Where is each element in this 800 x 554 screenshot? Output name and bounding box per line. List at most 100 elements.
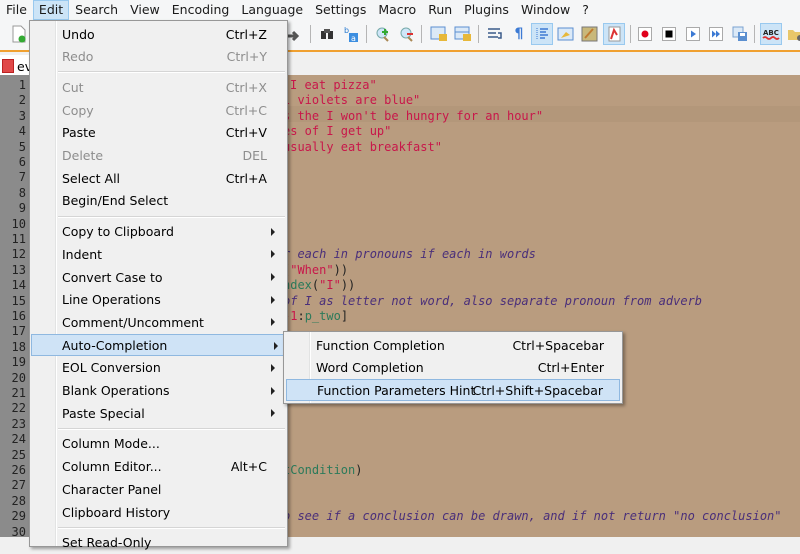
menu-item-convert-case-to[interactable]: Convert Case to	[32, 266, 285, 288]
record-macro-icon[interactable]	[634, 23, 656, 45]
menu-item-shortcut: Ctrl+X	[225, 79, 267, 95]
submenu-item-function-parameters-hint[interactable]: Function Parameters Hint Ctrl+Shift+Space…	[286, 379, 620, 402]
menu-item-shortcut: Ctrl+Enter	[537, 360, 604, 376]
code-line: ("When"))	[283, 263, 348, 278]
zoom-in-icon[interactable]	[372, 23, 394, 45]
find-icon[interactable]	[316, 23, 338, 45]
line-number: 8	[18, 185, 26, 200]
menu-item-column-mode[interactable]: Column Mode...	[32, 433, 285, 455]
stop-macro-icon[interactable]	[658, 23, 680, 45]
line-number: 30	[11, 524, 26, 539]
menu-item-select-all[interactable]: Select All Ctrl+A	[32, 167, 285, 189]
menu-run[interactable]: Run	[422, 0, 458, 20]
folder-icon[interactable]	[784, 23, 800, 45]
play-macro-icon[interactable]	[682, 23, 704, 45]
line-number-gutter: 1 2 3 4 5 6 7 8 9 10 11 12 13 14 15 16 17 18 19 20 21 22 23 24 2…	[0, 75, 30, 539]
save-macro-icon[interactable]	[729, 23, 751, 45]
menu-item-auto-completion[interactable]: Auto-Completion	[31, 334, 289, 357]
submenu-arrow-icon	[271, 363, 275, 372]
menu-item-character-panel[interactable]: Character Panel	[32, 478, 285, 500]
submenu-arrow-icon	[271, 318, 275, 327]
menu-item-paste[interactable]: Paste Ctrl+V	[32, 122, 285, 144]
menu-settings[interactable]: Settings	[309, 0, 372, 20]
menu-item-label: Set Read-Only	[62, 535, 152, 551]
menu-item-label: Redo	[62, 49, 94, 65]
code-line: l violets are blue"	[283, 93, 420, 108]
line-number: 28	[11, 493, 26, 508]
line-number: 14	[11, 278, 26, 293]
menu-item-comment-uncomment[interactable]: Comment/Uncomment	[32, 311, 285, 333]
menu-edit[interactable]: Edit	[32, 0, 70, 20]
run-macro-multiple-icon[interactable]	[705, 23, 727, 45]
sync-vertical-icon[interactable]	[428, 23, 450, 45]
menu-item-label: Indent	[62, 246, 103, 262]
menu-item-blank-operations[interactable]: Blank Operations	[32, 380, 285, 402]
menu-item-label: Cut	[62, 79, 84, 95]
submenu-item-word-completion[interactable]: Word Completion Ctrl+Enter	[286, 357, 620, 379]
menu-view[interactable]: View	[124, 0, 166, 20]
menu-separator	[58, 215, 285, 218]
menu-item-clipboard-history[interactable]: Clipboard History	[32, 501, 285, 523]
replace-icon[interactable]: ba	[340, 23, 362, 45]
menu-bar: File Edit Search View Encoding Language …	[0, 0, 800, 20]
menu-item-line-operations[interactable]: Line Operations	[32, 289, 285, 311]
menu-language[interactable]: Language	[235, 0, 309, 20]
menu-item-delete[interactable]: Delete DEL	[32, 145, 285, 167]
toolbar-separator	[754, 25, 755, 43]
zoom-out-icon[interactable]	[396, 23, 418, 45]
menu-item-label: Word Completion	[316, 360, 424, 376]
code-token: )	[355, 463, 363, 477]
folder-workspace-icon[interactable]	[603, 23, 625, 45]
code-line: I eat pizza"	[290, 78, 377, 93]
menu-item-indent[interactable]: Indent	[32, 243, 285, 265]
code-token: ))	[340, 278, 356, 293]
menu-search[interactable]: Search	[69, 0, 124, 20]
svg-text:a: a	[351, 34, 356, 43]
indent-guide-icon[interactable]	[531, 23, 553, 45]
menu-item-undo[interactable]: Undo Ctrl+Z	[32, 23, 285, 45]
menu-item-begin-end-select[interactable]: Begin/End Select	[32, 190, 285, 212]
menu-macro[interactable]: Macro	[372, 0, 422, 20]
code-line: s the I won't be hungry for an hour"	[283, 109, 543, 124]
menu-item-copy[interactable]: Copy Ctrl+C	[32, 99, 285, 121]
menu-item-label: Column Mode...	[62, 436, 160, 452]
menu-item-cut[interactable]: Cut Ctrl+X	[32, 76, 285, 98]
menu-item-shortcut: Ctrl+Spacebar	[512, 337, 604, 353]
code-token: s the I won't be hungry for an hour"	[283, 108, 544, 123]
menu-item-label: Clipboard History	[62, 504, 171, 520]
menu-item-redo[interactable]: Redo Ctrl+Y	[32, 46, 285, 68]
menu-item-column-editor[interactable]: Column Editor... Alt+C	[32, 456, 285, 478]
menu-encoding[interactable]: Encoding	[166, 0, 236, 20]
submenu-arrow-icon	[274, 342, 278, 351]
code-line: -1:p_two]	[283, 309, 348, 324]
edit-menu: Undo Ctrl+Z Redo Ctrl+Y Cut Ctrl+X Copy Ctrl+C P…	[29, 20, 289, 550]
document-map-icon[interactable]	[555, 23, 577, 45]
word-wrap-icon[interactable]	[484, 23, 506, 45]
sync-horizontal-icon[interactable]	[452, 23, 474, 45]
submenu-item-function-completion[interactable]: Function Completion Ctrl+Spacebar	[286, 334, 620, 356]
menu-plugins[interactable]: Plugins	[458, 0, 515, 20]
spell-check-icon[interactable]: ABC	[760, 23, 782, 45]
svg-text:b: b	[344, 26, 349, 35]
code-token: es of I get up"	[283, 124, 392, 139]
menu-item-paste-special[interactable]: Paste Special	[32, 402, 285, 424]
toolbar-separator	[478, 25, 479, 43]
menu-item-label: Function Parameters Hint	[317, 382, 476, 398]
menu-item-set-read-only[interactable]: Set Read-Only	[32, 532, 285, 554]
menu-file[interactable]: File	[0, 0, 33, 20]
menu-item-copy-to-clipboard[interactable]: Copy to Clipboard	[32, 221, 285, 243]
menu-item-label: Comment/Uncomment	[62, 314, 204, 330]
line-number: 20	[11, 370, 26, 385]
code-token: "I"	[319, 278, 341, 293]
menu-help[interactable]: ?	[576, 0, 595, 20]
code-token: I eat pizza"	[290, 78, 377, 92]
menu-item-label: Undo	[62, 26, 95, 42]
show-all-chars-icon[interactable]: ¶	[508, 23, 530, 45]
function-list-icon[interactable]	[579, 23, 601, 45]
menu-item-eol-conversion[interactable]: EOL Conversion	[32, 357, 285, 379]
menu-item-label: Copy	[62, 102, 94, 118]
menu-window[interactable]: Window	[515, 0, 576, 20]
line-number: 15	[11, 293, 26, 308]
code-line: ndex("I"))	[283, 278, 355, 293]
new-file-icon[interactable]	[8, 23, 30, 45]
